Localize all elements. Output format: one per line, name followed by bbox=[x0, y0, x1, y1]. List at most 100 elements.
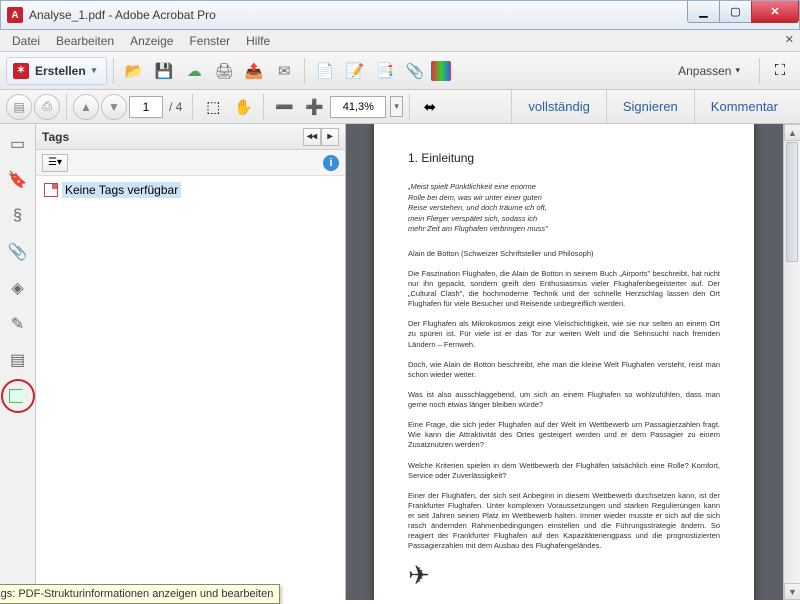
edit-pdf-button[interactable]: 📝 bbox=[341, 57, 369, 85]
kommentar-button[interactable]: Kommentar bbox=[694, 90, 794, 123]
tags-panel-title: Tags bbox=[42, 130, 69, 144]
toolbar-separator bbox=[113, 58, 114, 84]
navigation-toolbar: ▤ ⎙ ▲ ▼ / 4 ⬚ ✋ ➖ ➕ ▾ ⬌ vollständig Sign… bbox=[0, 90, 800, 124]
print-button[interactable]: 🖨 bbox=[210, 57, 238, 85]
minimize-button[interactable]: ▁ bbox=[687, 1, 719, 23]
quote-line: mehr Zeit am Flughafen verbringen muss" bbox=[408, 224, 720, 235]
quote-line: mein Flieger verspätet sich, sodass ich bbox=[408, 214, 720, 225]
quote-author: Alain de Botton (Schweizer Schriftstelle… bbox=[408, 249, 720, 259]
open-file-button[interactable]: 📂 bbox=[120, 57, 148, 85]
panel-next-button[interactable]: ▸ bbox=[321, 128, 339, 146]
menu-hilfe[interactable]: Hilfe bbox=[238, 32, 278, 50]
zoom-level-input[interactable] bbox=[330, 96, 386, 118]
pdf-document-icon bbox=[44, 183, 58, 197]
signatures-icon[interactable]: ✎ bbox=[4, 310, 32, 338]
quote-line: Reise verstehen, und doch träume ich oft… bbox=[408, 203, 720, 214]
toolbar-separator bbox=[304, 58, 305, 84]
page-down-button[interactable]: ▼ bbox=[101, 94, 127, 120]
scroll-up-button[interactable]: ▲ bbox=[784, 124, 800, 141]
create-button[interactable]: ✶ Erstellen ▾ bbox=[6, 57, 107, 85]
quote-line: Rolle bei dem, was wir unter einer guten bbox=[408, 193, 720, 204]
create-form-button[interactable]: 📑 bbox=[371, 57, 399, 85]
multimedia-button[interactable] bbox=[431, 61, 451, 81]
menu-bar: Datei Bearbeiten Anzeige Fenster Hilfe ✕ bbox=[0, 30, 800, 52]
combine-files-button[interactable]: 📎 bbox=[401, 57, 429, 85]
zoom-out-button[interactable]: ➖ bbox=[270, 93, 298, 121]
model-tree-icon[interactable]: ▤ bbox=[4, 346, 32, 374]
dropdown-arrow-icon[interactable]: ▾ bbox=[390, 96, 403, 117]
quote-line: „Meist spielt Pünktlichkeit eine enorme bbox=[408, 182, 720, 193]
toolbar-separator bbox=[409, 94, 410, 120]
cloud-upload-button[interactable]: ☁ bbox=[180, 57, 208, 85]
attachments-icon[interactable]: 📎 bbox=[4, 238, 32, 266]
fit-width-button[interactable]: ⬌ bbox=[416, 93, 444, 121]
export-pdf-button[interactable]: 📄 bbox=[311, 57, 339, 85]
zoom-in-button[interactable]: ➕ bbox=[300, 93, 328, 121]
bookmarks-icon[interactable]: 🔖 bbox=[4, 166, 32, 194]
tags-panel-header: Tags ◂◂ ▸ bbox=[36, 124, 345, 150]
page-total-label: / 4 bbox=[165, 100, 186, 114]
tag-glyph-icon bbox=[9, 389, 27, 403]
share-button[interactable]: 📤 bbox=[240, 57, 268, 85]
menu-fenster[interactable]: Fenster bbox=[181, 32, 238, 50]
tags-tree-root[interactable]: Keine Tags verfügbar bbox=[44, 182, 337, 198]
page-thumbnails-icon[interactable]: ▭ bbox=[4, 130, 32, 158]
hand-tool-button[interactable]: ✋ bbox=[229, 93, 257, 121]
vertical-scrollbar[interactable]: ▲ ▼ bbox=[783, 124, 800, 600]
page-quote: „Meist spielt Pünktlichkeit eine enorme … bbox=[408, 182, 720, 235]
maximize-button[interactable]: ▢ bbox=[719, 1, 751, 23]
create-label: Erstellen bbox=[35, 64, 86, 78]
pdf-page: 1. Einleitung „Meist spielt Pünktlichkei… bbox=[374, 124, 754, 600]
toolbar-separator bbox=[759, 58, 760, 84]
page-number-input[interactable] bbox=[129, 96, 163, 118]
toolbar-separator bbox=[263, 94, 264, 120]
scroll-down-button[interactable]: ▼ bbox=[784, 583, 800, 600]
email-button[interactable]: ✉ bbox=[270, 57, 298, 85]
airplane-icon: ✈ bbox=[408, 562, 720, 588]
dropdown-arrow-icon: ▾ bbox=[735, 65, 740, 76]
close-button[interactable]: ✕ bbox=[751, 1, 799, 23]
body-paragraph: Was ist also ausschlaggebend, um sich an… bbox=[408, 390, 720, 410]
layers-icon[interactable]: ◈ bbox=[4, 274, 32, 302]
select-tool-button[interactable]: ⬚ bbox=[199, 93, 227, 121]
menubar-close-icon[interactable]: ✕ bbox=[785, 33, 794, 46]
anpassen-label: Anpassen bbox=[678, 64, 731, 78]
toolbar-separator bbox=[66, 94, 67, 120]
tags-options-button[interactable]: ☰▾ bbox=[42, 154, 68, 172]
info-icon[interactable]: i bbox=[323, 155, 339, 171]
vollstaendig-button[interactable]: vollständig bbox=[511, 90, 605, 123]
fullscreen-button[interactable]: ⛶ bbox=[766, 57, 794, 85]
page-up-button[interactable]: ▲ bbox=[73, 94, 99, 120]
find-button[interactable]: ⎙ bbox=[34, 94, 60, 120]
tags-icon[interactable] bbox=[4, 382, 32, 410]
dropdown-arrow-icon: ▾ bbox=[92, 65, 97, 76]
body-paragraph: Eine Frage, die sich jeder Flughafen auf… bbox=[408, 420, 720, 450]
window-title: Analyse_1.pdf - Adobe Acrobat Pro bbox=[29, 8, 216, 22]
customize-toolbar-button[interactable]: Anpassen ▾ bbox=[665, 59, 753, 83]
thumbnails-button[interactable]: ▤ bbox=[6, 94, 32, 120]
tags-panel: Tags ◂◂ ▸ ☰▾ i Keine Tags verfügbar bbox=[36, 124, 346, 600]
sticky-notes-icon[interactable]: § bbox=[4, 202, 32, 230]
window-controls: ▁ ▢ ✕ bbox=[687, 1, 799, 23]
navigation-strip: ▭ 🔖 § 📎 ◈ ✎ ▤ Tags: PDF-Strukturinformat… bbox=[0, 124, 36, 600]
save-button[interactable]: 💾 bbox=[150, 57, 178, 85]
app-icon: A bbox=[7, 7, 23, 23]
body-paragraph: Der Flughafen als Mikrokosmos zeigt eine… bbox=[408, 319, 720, 349]
window-titlebar: A Analyse_1.pdf - Adobe Acrobat Pro ▁ ▢ … bbox=[0, 0, 800, 30]
main-toolbar: ✶ Erstellen ▾ 📂 💾 ☁ 🖨 📤 ✉ 📄 📝 📑 📎 Anpass… bbox=[0, 52, 800, 90]
signieren-button[interactable]: Signieren bbox=[606, 90, 694, 123]
document-viewer[interactable]: 1. Einleitung „Meist spielt Pünktlichkei… bbox=[346, 124, 800, 600]
menu-datei[interactable]: Datei bbox=[4, 32, 48, 50]
no-tags-label: Keine Tags verfügbar bbox=[62, 182, 181, 198]
panel-prev-button[interactable]: ◂◂ bbox=[303, 128, 321, 146]
page-heading: 1. Einleitung bbox=[408, 150, 720, 166]
body-paragraph: Die Faszination Flughafen, die Alain de … bbox=[408, 269, 720, 310]
scrollbar-thumb[interactable] bbox=[786, 142, 798, 262]
body-paragraph: Einer der Flughäfen, der sich seit Anbeg… bbox=[408, 491, 720, 552]
tags-panel-subheader: ☰▾ i bbox=[36, 150, 345, 176]
body-paragraph: Doch, wie Alain de Botton beschreibt, eh… bbox=[408, 360, 720, 380]
menu-bearbeiten[interactable]: Bearbeiten bbox=[48, 32, 122, 50]
menu-anzeige[interactable]: Anzeige bbox=[122, 32, 181, 50]
workspace: ▭ 🔖 § 📎 ◈ ✎ ▤ Tags: PDF-Strukturinformat… bbox=[0, 124, 800, 600]
body-paragraph: Welche Kriterien spielen in dem Wettbewe… bbox=[408, 461, 720, 481]
